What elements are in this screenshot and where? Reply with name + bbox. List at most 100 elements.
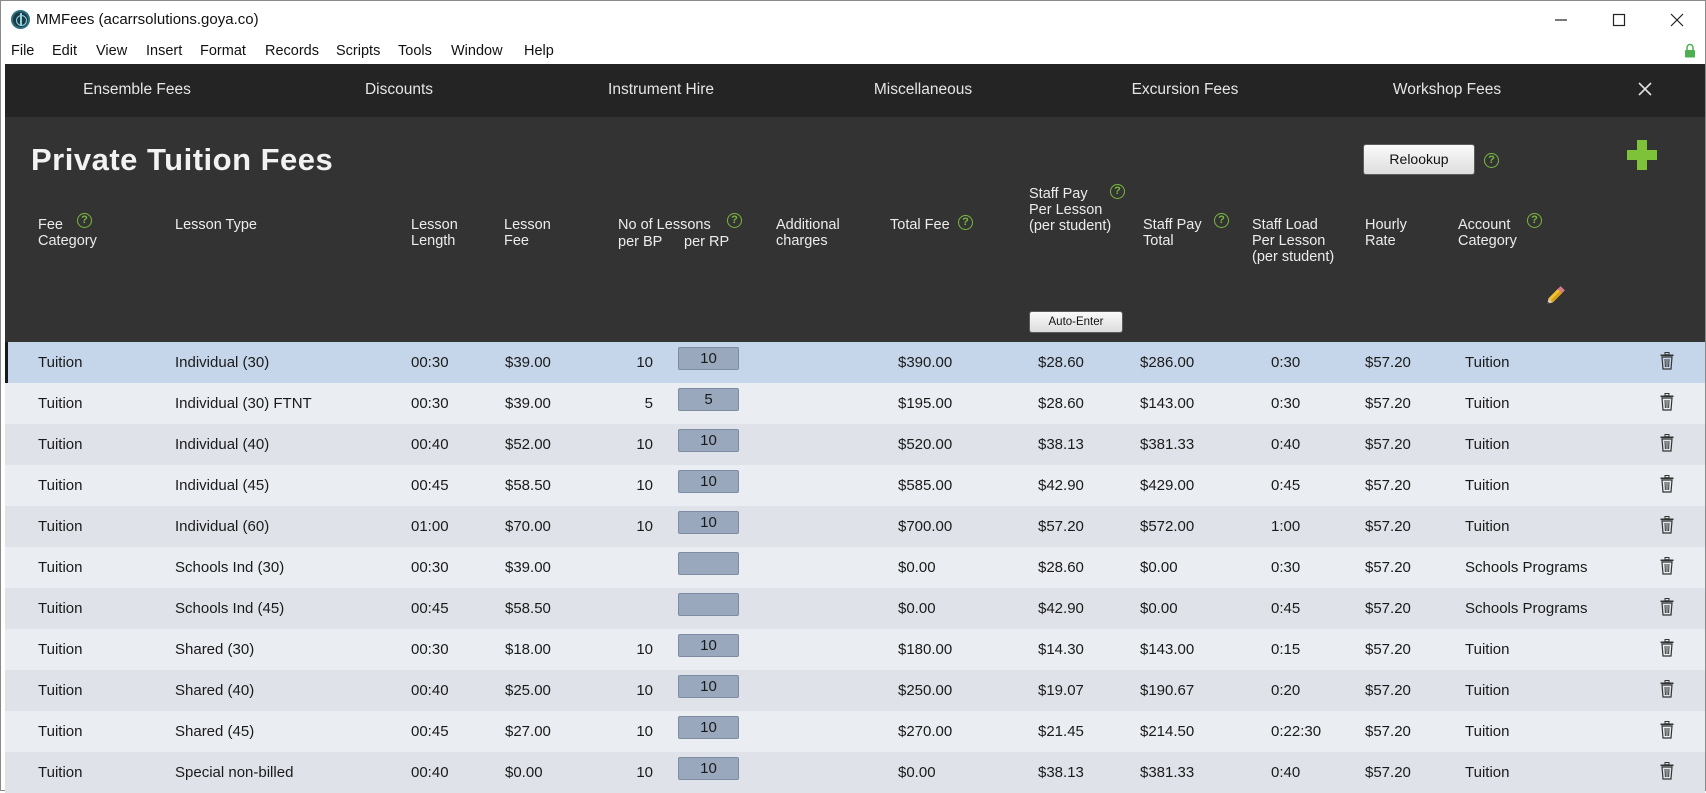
cell-staff-load[interactable]: 0:30 (1271, 395, 1300, 412)
cell-lesson-fee[interactable]: $52.00 (505, 436, 551, 453)
cell-fee-category[interactable]: Tuition (38, 354, 82, 371)
per-rp-field[interactable]: 10 (678, 347, 739, 370)
cell-staff-pay-total[interactable]: $0.00 (1140, 600, 1178, 617)
cell-staff-load[interactable]: 0:45 (1271, 477, 1300, 494)
cell-lesson-fee[interactable]: $70.00 (505, 518, 551, 535)
table-row[interactable]: TuitionIndividual (45)00:45$58.50$585.00… (5, 465, 1705, 506)
table-row[interactable]: Tuition Schools Ind (30) 00:30 $39.00 $0.00 $… (5, 547, 1705, 588)
cell-per-bp[interactable]: 10 (625, 477, 653, 494)
cell-account-category[interactable]: Tuition (1465, 723, 1509, 740)
cell-lesson-type[interactable]: Special non-billed (175, 764, 293, 781)
cell-hourly-rate[interactable]: $57.20 (1365, 600, 1411, 617)
cell-lesson-length[interactable]: 00:40 (411, 682, 449, 699)
table-row[interactable]: TuitionShared (40)00:40$25.00$250.00$19.… (5, 670, 1705, 711)
cell-staff-pay-per-lesson[interactable]: $38.13 (1038, 436, 1084, 453)
per-rp-field[interactable]: 10 (678, 716, 739, 739)
cell-lesson-fee[interactable]: $58.50 (505, 477, 551, 494)
trash-icon[interactable] (1660, 516, 1674, 534)
cell-lesson-type[interactable]: Individual (45) (175, 477, 269, 494)
cell-fee-category[interactable]: Tuition (38, 559, 82, 576)
cell-staff-pay-total[interactable]: $381.33 (1140, 764, 1194, 781)
cell-lesson-type[interactable]: Individual (30) FTNT (175, 395, 312, 412)
cell-lesson-fee[interactable]: $27.00 (505, 723, 551, 740)
tab-workshop-fees[interactable]: Workshop Fees (1393, 81, 1501, 99)
cell-lesson-length[interactable]: 00:30 (411, 559, 449, 576)
trash-icon[interactable] (1660, 762, 1674, 780)
tab-miscellaneous[interactable]: Miscellaneous (874, 81, 972, 99)
cell-staff-load[interactable]: 0:20 (1271, 682, 1300, 699)
cell-staff-load[interactable]: 0:40 (1271, 764, 1300, 781)
cell-staff-load[interactable]: 0:22:30 (1271, 723, 1321, 740)
cell-hourly-rate[interactable]: $57.20 (1365, 682, 1411, 699)
pencil-icon[interactable] (1542, 283, 1568, 309)
trash-icon[interactable] (1660, 721, 1674, 739)
cell-lesson-length[interactable]: 01:00 (411, 518, 449, 535)
cell-total-fee[interactable]: $390.00 (898, 354, 952, 371)
cell-staff-pay-per-lesson[interactable]: $57.20 (1038, 518, 1084, 535)
cell-lesson-fee[interactable]: $39.00 (505, 354, 551, 371)
trash-icon[interactable] (1660, 598, 1674, 616)
cell-lesson-type[interactable]: Schools Ind (30) (175, 559, 284, 576)
close-icon[interactable] (1631, 75, 1659, 103)
cell-total-fee[interactable]: $0.00 (898, 764, 936, 781)
plus-icon[interactable] (1627, 140, 1657, 170)
cell-staff-load[interactable]: 0:30 (1271, 559, 1300, 576)
cell-total-fee[interactable]: $195.00 (898, 395, 952, 412)
help-icon[interactable]: ? (77, 213, 92, 228)
cell-lesson-length[interactable]: 00:40 (411, 436, 449, 453)
table-row[interactable]: TuitionSpecial non-billed00:40$0.00$0.00… (5, 752, 1705, 793)
cell-staff-load[interactable]: 1:00 (1271, 518, 1300, 535)
cell-lesson-type[interactable]: Schools Ind (45) (175, 600, 284, 617)
cell-staff-pay-per-lesson[interactable]: $28.60 (1038, 354, 1084, 371)
cell-staff-pay-per-lesson[interactable]: $19.07 (1038, 682, 1084, 699)
cell-hourly-rate[interactable]: $57.20 (1365, 518, 1411, 535)
cell-staff-pay-total[interactable]: $214.50 (1140, 723, 1194, 740)
menu-scripts[interactable]: Scripts (336, 43, 380, 59)
cell-account-category[interactable]: Tuition (1465, 436, 1509, 453)
cell-staff-load[interactable]: 0:15 (1271, 641, 1300, 658)
per-rp-field[interactable] (678, 552, 739, 575)
cell-lesson-length[interactable]: 00:45 (411, 477, 449, 494)
cell-lesson-fee[interactable]: $0.00 (505, 764, 543, 781)
per-rp-field[interactable]: 10 (678, 634, 739, 657)
cell-lesson-length[interactable]: 00:30 (411, 354, 449, 371)
cell-staff-pay-total[interactable]: $143.00 (1140, 641, 1194, 658)
cell-total-fee[interactable]: $0.00 (898, 559, 936, 576)
help-icon[interactable]: ? (1527, 213, 1542, 228)
cell-lesson-fee[interactable]: $58.50 (505, 600, 551, 617)
cell-account-category[interactable]: Tuition (1465, 518, 1509, 535)
cell-total-fee[interactable]: $585.00 (898, 477, 952, 494)
trash-icon[interactable] (1660, 352, 1674, 370)
per-rp-field[interactable]: 10 (678, 470, 739, 493)
trash-icon[interactable] (1660, 557, 1674, 575)
cell-per-bp[interactable]: 10 (625, 682, 653, 699)
menu-insert[interactable]: Insert (146, 43, 182, 59)
cell-lesson-fee[interactable]: $39.00 (505, 559, 551, 576)
cell-fee-category[interactable]: Tuition (38, 395, 82, 412)
cell-fee-category[interactable]: Tuition (38, 764, 82, 781)
trash-icon[interactable] (1660, 434, 1674, 452)
cell-lesson-length[interactable]: 00:45 (411, 600, 449, 617)
menu-edit[interactable]: Edit (52, 43, 77, 59)
menu-help[interactable]: Help (524, 43, 554, 59)
cell-account-category[interactable]: Tuition (1465, 641, 1509, 658)
cell-fee-category[interactable]: Tuition (38, 600, 82, 617)
cell-fee-category[interactable]: Tuition (38, 641, 82, 658)
cell-lesson-type[interactable]: Individual (60) (175, 518, 269, 535)
cell-fee-category[interactable]: Tuition (38, 682, 82, 699)
relookup-button[interactable]: Relookup (1363, 144, 1475, 175)
cell-staff-pay-total[interactable]: $572.00 (1140, 518, 1194, 535)
cell-staff-pay-total[interactable]: $190.67 (1140, 682, 1194, 699)
cell-total-fee[interactable]: $250.00 (898, 682, 952, 699)
cell-hourly-rate[interactable]: $57.20 (1365, 559, 1411, 576)
cell-lesson-fee[interactable]: $39.00 (505, 395, 551, 412)
cell-account-category[interactable]: Tuition (1465, 395, 1509, 412)
trash-icon[interactable] (1660, 393, 1674, 411)
cell-total-fee[interactable]: $700.00 (898, 518, 952, 535)
cell-per-bp[interactable]: 10 (625, 764, 653, 781)
cell-lesson-fee[interactable]: $25.00 (505, 682, 551, 699)
cell-staff-pay-per-lesson[interactable]: $28.60 (1038, 395, 1084, 412)
tab-ensemble-fees[interactable]: Ensemble Fees (83, 81, 191, 99)
cell-lesson-length[interactable]: 00:30 (411, 641, 449, 658)
help-icon[interactable]: ? (958, 215, 973, 230)
